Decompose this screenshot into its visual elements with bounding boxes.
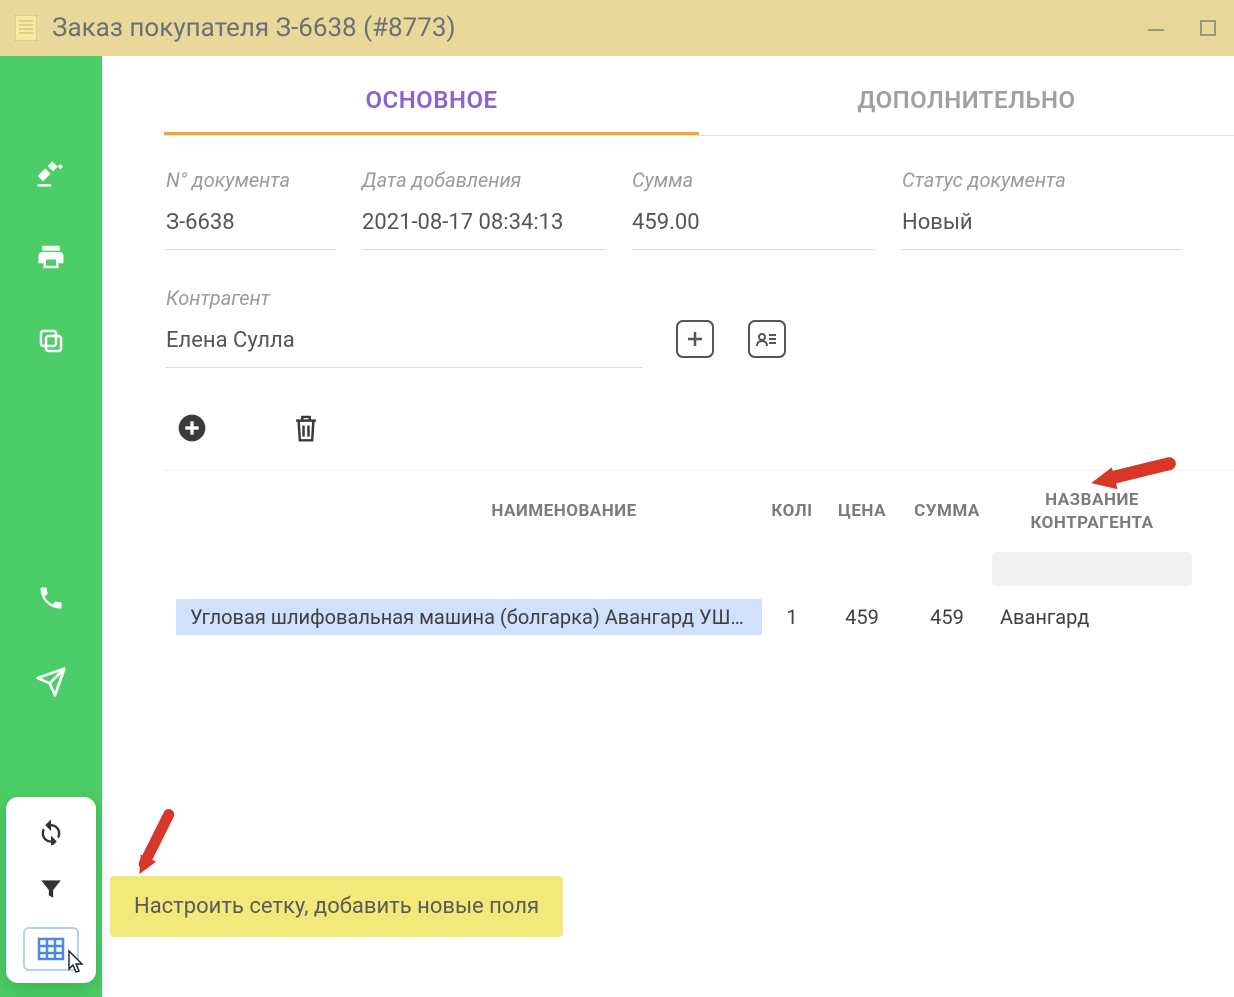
counterparty-card-icon[interactable] xyxy=(748,320,786,358)
cell-sum: 459 xyxy=(902,605,992,629)
sum-value: 459.00 xyxy=(632,210,876,235)
cell-price: 459 xyxy=(822,605,902,629)
status-value: Новый xyxy=(902,210,1182,235)
grid-filter-row xyxy=(162,545,1234,593)
col-sum[interactable]: СУММА xyxy=(902,500,992,523)
main-content: ОСНОВНОЕ ДОПОЛНИТЕЛЬНО N° документа З-66… xyxy=(102,56,1234,997)
field-status: Статус документа Новый xyxy=(902,168,1182,250)
col-name[interactable]: НАИМЕНОВАНИЕ xyxy=(162,500,762,523)
doc-number-value: З-6638 xyxy=(166,210,336,235)
refresh-icon[interactable] xyxy=(31,811,71,851)
window-titlebar: Заказ покупателя З-6638 (#8773) xyxy=(0,0,1234,56)
window-maximize-icon[interactable] xyxy=(1196,16,1220,40)
cell-name[interactable]: Угловая шлифовальная машина (болгарка) А… xyxy=(176,599,762,635)
date-label: Дата добавления xyxy=(362,168,606,192)
copy-icon[interactable] xyxy=(31,326,71,356)
grid-settings-tooltip: Настроить сетку, добавить новые поля xyxy=(110,876,563,937)
field-counterparty[interactable]: Контрагент Елена Сулла xyxy=(166,286,642,368)
grid-tools-popout xyxy=(6,797,96,983)
print-icon[interactable] xyxy=(31,242,71,272)
tab-main[interactable]: ОСНОВНОЕ xyxy=(164,72,699,135)
grid-settings-icon[interactable] xyxy=(23,927,79,971)
sum-label: Сумма xyxy=(632,168,876,192)
window-minimize-icon[interactable] xyxy=(1144,16,1168,40)
filter-counterparty[interactable] xyxy=(992,552,1192,586)
field-date: Дата добавления 2021-08-17 08:34:13 xyxy=(362,168,606,250)
date-value: 2021-08-17 08:34:13 xyxy=(362,210,606,235)
filter-icon[interactable] xyxy=(31,869,71,909)
field-sum: Сумма 459.00 xyxy=(632,168,876,250)
col-price[interactable]: ЦЕНА xyxy=(822,500,902,523)
add-row-icon[interactable] xyxy=(174,410,210,446)
col-qty[interactable]: КОЛІ xyxy=(762,500,822,523)
tab-additional[interactable]: ДОПОЛНИТЕЛЬНО xyxy=(699,72,1234,135)
delete-row-icon[interactable] xyxy=(288,410,324,446)
window-title: Заказ покупателя З-6638 (#8773) xyxy=(52,13,456,43)
status-label: Статус документа xyxy=(902,168,1182,192)
add-counterparty-icon[interactable] xyxy=(676,320,714,358)
doc-number-label: N° документа xyxy=(166,168,336,192)
sidebar xyxy=(0,56,102,997)
table-row[interactable]: Угловая шлифовальная машина (болгарка) А… xyxy=(162,593,1234,641)
counterparty-label: Контрагент xyxy=(166,286,642,310)
field-doc-number: N° документа З-6638 xyxy=(166,168,336,250)
telegram-icon[interactable] xyxy=(31,666,71,698)
counterparty-value: Елена Сулла xyxy=(166,328,642,353)
cell-qty: 1 xyxy=(762,605,822,629)
cell-counterparty: Авангард xyxy=(992,605,1192,629)
app-icon xyxy=(14,14,38,42)
tabs: ОСНОВНОЕ ДОПОЛНИТЕЛЬНО xyxy=(164,72,1234,136)
phone-icon[interactable] xyxy=(31,584,71,612)
gavel-icon[interactable] xyxy=(31,156,71,188)
